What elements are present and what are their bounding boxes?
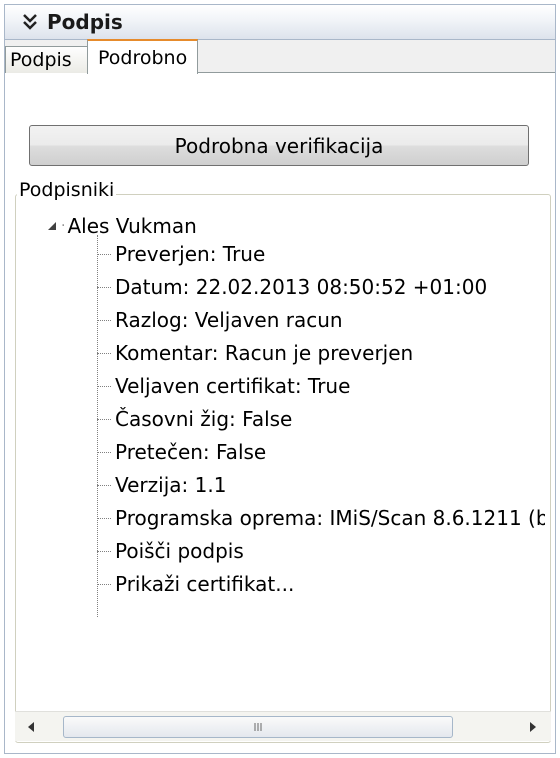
tree-connector [97,583,111,585]
tree-connector [97,517,111,519]
double-chevron-down-icon[interactable] [19,11,41,33]
tree-item-version[interactable]: Verzija: 1.1 [97,470,226,500]
tab-label: Podpis [10,49,72,71]
panel-title: Podpis [47,10,123,34]
tree-item-valid-certificate[interactable]: Veljaven certifikat: True [97,371,350,401]
tree-item-date[interactable]: Datum: 22.02.2013 08:50:52 +01:00 [97,272,487,302]
horizontal-scrollbar[interactable] [15,711,551,741]
tree-connector [97,253,111,255]
tree-item-timestamp[interactable]: Časovni žig: False [97,404,292,434]
detailed-verification-button[interactable]: Podrobna verifikacija [29,125,529,166]
tree-item-label: Verzija: 1.1 [115,473,227,497]
tree-item-label: Veljaven certifikat: True [115,374,351,398]
tab-page-podrobno: Podrobna verifikacija Podpisniki · Ales … [5,73,555,753]
signers-tree[interactable]: · Ales Vukman Preverjen: True Datum: 22.… [19,211,545,681]
tree-item-label: Prikaži certifikat... [115,572,295,596]
tree-item-label: Poišči podpis [115,539,244,563]
scroll-left-button[interactable] [19,715,43,739]
tree-item-label: Programska oprema: IMiS/Scan 8.6.1211 (b… [115,506,545,530]
tree-item-label: Preverjen: True [115,242,266,266]
tree-item-verified[interactable]: Preverjen: True [97,239,265,269]
tree-connector [97,418,111,420]
tree-item-label: Časovni žig: False [115,407,293,431]
tree-item-comment[interactable]: Komentar: Racun je preverjen [97,338,413,368]
tab-label: Podrobno [98,46,188,69]
tree-item-show-certificate[interactable]: Prikaži certifikat... [97,569,294,599]
tree-connector [97,550,111,552]
tree-connector [97,352,111,354]
signer-name: Ales Vukman [67,214,197,238]
grip-icon [254,723,262,731]
tree-item-software[interactable]: Programska oprema: IMiS/Scan 8.6.1211 (b… [97,503,545,533]
tree-connector [97,451,111,453]
tree-connector [97,484,111,486]
tree-connector [97,385,111,387]
tree-connector [97,319,111,321]
tab-podrobno[interactable]: Podrobno [87,39,199,74]
tree-item-label: Datum: 22.02.2013 08:50:52 +01:00 [115,275,488,299]
tab-podpis[interactable]: Podpis [5,46,89,73]
tree-item-label: Komentar: Racun je preverjen [115,341,414,365]
scroll-right-button[interactable] [521,715,545,739]
tree-connector [97,286,111,288]
scroll-thumb[interactable] [63,716,453,738]
tree-item-reason[interactable]: Razlog: Veljaven racun [97,305,343,335]
tree-item-label: Pretečen: False [115,440,267,464]
signature-panel: Podpis Podpis Podrobno Podrobna verifika… [4,4,556,754]
signers-group-label: Podpisniki [17,179,117,201]
tree-connector: · [61,218,66,234]
expanded-triangle-icon[interactable] [47,221,57,231]
tree-node-signer[interactable]: · Ales Vukman [47,211,197,241]
panel-header[interactable]: Podpis [5,5,555,40]
tree-item-label: Razlog: Veljaven racun [115,308,343,332]
tree-item-expired[interactable]: Pretečen: False [97,437,266,467]
arrow-left-icon [28,722,34,732]
arrow-right-icon [530,722,536,732]
tree-item-find-signature[interactable]: Poišči podpis [97,536,244,566]
